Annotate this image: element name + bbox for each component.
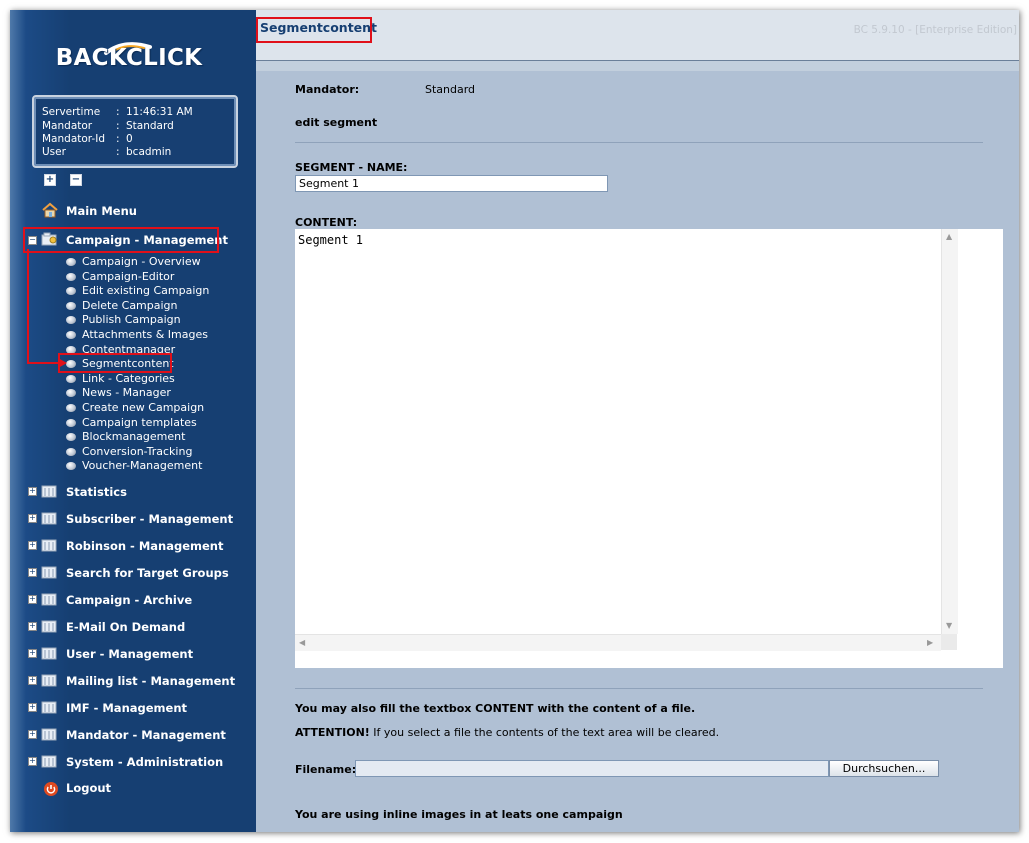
expand-icon[interactable]: +: [28, 649, 37, 658]
mandator-label: Mandator:: [295, 83, 360, 96]
filename-label: Filename:: [295, 763, 357, 776]
bullet-icon: [66, 462, 76, 470]
sidebar-subitem[interactable]: News - Manager: [82, 386, 171, 399]
expand-icon[interactable]: +: [28, 487, 37, 496]
expand-icon[interactable]: +: [28, 676, 37, 685]
folder-icon: [41, 701, 57, 714]
sidebar-item-main-menu[interactable]: Main Menu: [66, 204, 137, 218]
version-label: BC 5.9.10 - [Enterprise Edition]: [853, 24, 1017, 36]
segmentcontent-highlight: [58, 353, 172, 373]
info-mandator: Mandator: Standard: [42, 120, 174, 132]
sidebar-section[interactable]: Subscriber - Management: [66, 512, 233, 526]
bullet-icon: [66, 419, 76, 427]
expand-icon[interactable]: +: [28, 703, 37, 712]
sidebar-subitem[interactable]: Edit existing Campaign: [82, 284, 209, 297]
folder-icon: [41, 620, 57, 633]
sidebar-subitem[interactable]: Attachments & Images: [82, 328, 208, 341]
vertical-scrollbar[interactable]: ▲ ▼: [941, 229, 958, 634]
sidebar-subitem[interactable]: Delete Campaign: [82, 299, 178, 312]
folder-icon: [41, 485, 57, 498]
header-bar: Segmentcontent BC 5.9.10 - [Enterprise E…: [256, 10, 1019, 60]
file-path-input[interactable]: [355, 760, 829, 777]
info-mandator-id: Mandator-Id:0: [42, 133, 133, 145]
sidebar-subitem[interactable]: Voucher-Management: [82, 459, 202, 472]
segment-name-label: SEGMENT - NAME:: [295, 161, 408, 174]
sidebar-subitem[interactable]: Link - Categories: [82, 372, 175, 385]
sidebar-section[interactable]: Campaign - Archive: [66, 593, 192, 607]
bullet-icon: [66, 389, 76, 397]
expand-icon[interactable]: +: [28, 595, 37, 604]
scroll-down-icon[interactable]: ▼: [946, 621, 952, 630]
logout-icon: [44, 782, 58, 796]
attention-text: ATTENTION! If you select a file the cont…: [295, 726, 720, 739]
content-editor: Segment 1 ▲ ▼ ◀ ▶: [295, 229, 1003, 668]
scroll-right-icon[interactable]: ▶: [927, 638, 933, 647]
sidebar-section[interactable]: Robinson - Management: [66, 539, 223, 553]
expand-icon[interactable]: +: [28, 541, 37, 550]
expand-icon[interactable]: +: [28, 730, 37, 739]
header-strip: [256, 61, 1019, 71]
scroll-left-icon[interactable]: ◀: [299, 638, 305, 647]
sidebar-section[interactable]: IMF - Management: [66, 701, 187, 715]
scrollbar-corner: [941, 634, 957, 650]
file-hint-text: You may also fill the textbox CONTENT wi…: [295, 702, 696, 715]
brand-name: BACKCLICK: [55, 45, 203, 71]
sidebar-section[interactable]: Search for Target Groups: [66, 566, 229, 580]
folder-icon: [41, 728, 57, 741]
segment-name-input[interactable]: [295, 175, 608, 192]
horizontal-scrollbar[interactable]: ◀ ▶: [295, 634, 941, 651]
sidebar-section[interactable]: Statistics: [66, 485, 127, 499]
sidebar-section[interactable]: E-Mail On Demand: [66, 620, 185, 634]
mandator-value: Standard: [425, 83, 476, 96]
expand-icon[interactable]: +: [28, 568, 37, 577]
app-window: BACKCLICK Servertime:11:46:31 AM Mandato…: [10, 10, 1019, 832]
content-label: CONTENT:: [295, 216, 358, 229]
sidebar-subitem[interactable]: Publish Campaign: [82, 313, 181, 326]
sidebar-section[interactable]: User - Management: [66, 647, 193, 661]
scroll-up-icon[interactable]: ▲: [946, 232, 952, 241]
form-heading: edit segment: [295, 116, 378, 129]
sidebar-subitem[interactable]: Campaign - Overview: [82, 255, 201, 268]
bullet-icon: [66, 433, 76, 441]
sidebar-section[interactable]: Mandator - Management: [66, 728, 226, 742]
page-title-highlight: [256, 17, 372, 43]
folder-icon: [41, 647, 57, 660]
expand-icon[interactable]: +: [28, 514, 37, 523]
folder-icon: [41, 566, 57, 579]
folder-icon: [41, 674, 57, 687]
sidebar-subitem[interactable]: Conversion-Tracking: [82, 445, 192, 458]
expand-icon[interactable]: +: [28, 757, 37, 766]
info-user: User: bcadmin: [42, 146, 172, 158]
bullet-icon: [66, 448, 76, 456]
backclick-logo: BACKCLICK: [54, 39, 204, 81]
collapse-all-button[interactable]: −: [70, 174, 82, 186]
sidebar-subitem[interactable]: Blockmanagement: [82, 430, 185, 443]
expand-all-button[interactable]: +: [44, 174, 56, 186]
divider: [295, 142, 983, 143]
sidebar: BACKCLICK Servertime:11:46:31 AM Mandato…: [10, 10, 256, 832]
sidebar-subitem[interactable]: Create new Campaign: [82, 401, 204, 414]
folder-icon: [41, 755, 57, 768]
pointer-arrow-icon: [27, 249, 67, 368]
bullet-icon: [66, 404, 76, 412]
content-textarea[interactable]: Segment 1: [295, 229, 941, 634]
browse-button[interactable]: Durchsuchen...: [829, 760, 939, 777]
sidebar-subitem[interactable]: Campaign templates: [82, 416, 197, 429]
sidebar-subitem[interactable]: Campaign-Editor: [82, 270, 174, 283]
sidebar-item-logout[interactable]: Logout: [66, 781, 111, 795]
home-icon: [42, 202, 58, 218]
folder-icon: [41, 512, 57, 525]
info-servertime: Servertime:11:46:31 AM: [42, 106, 193, 118]
expand-icon[interactable]: +: [28, 622, 37, 631]
bullet-icon: [66, 375, 76, 383]
sidebar-section[interactable]: System - Administration: [66, 755, 223, 769]
sidebar-section[interactable]: Mailing list - Management: [66, 674, 235, 688]
server-info-box: Servertime:11:46:31 AM Mandator: Standard…: [32, 95, 238, 168]
folder-icon: [41, 539, 57, 552]
divider: [295, 688, 983, 689]
inline-images-note: You are using inline images in at leats …: [295, 808, 623, 821]
folder-icon: [41, 593, 57, 606]
